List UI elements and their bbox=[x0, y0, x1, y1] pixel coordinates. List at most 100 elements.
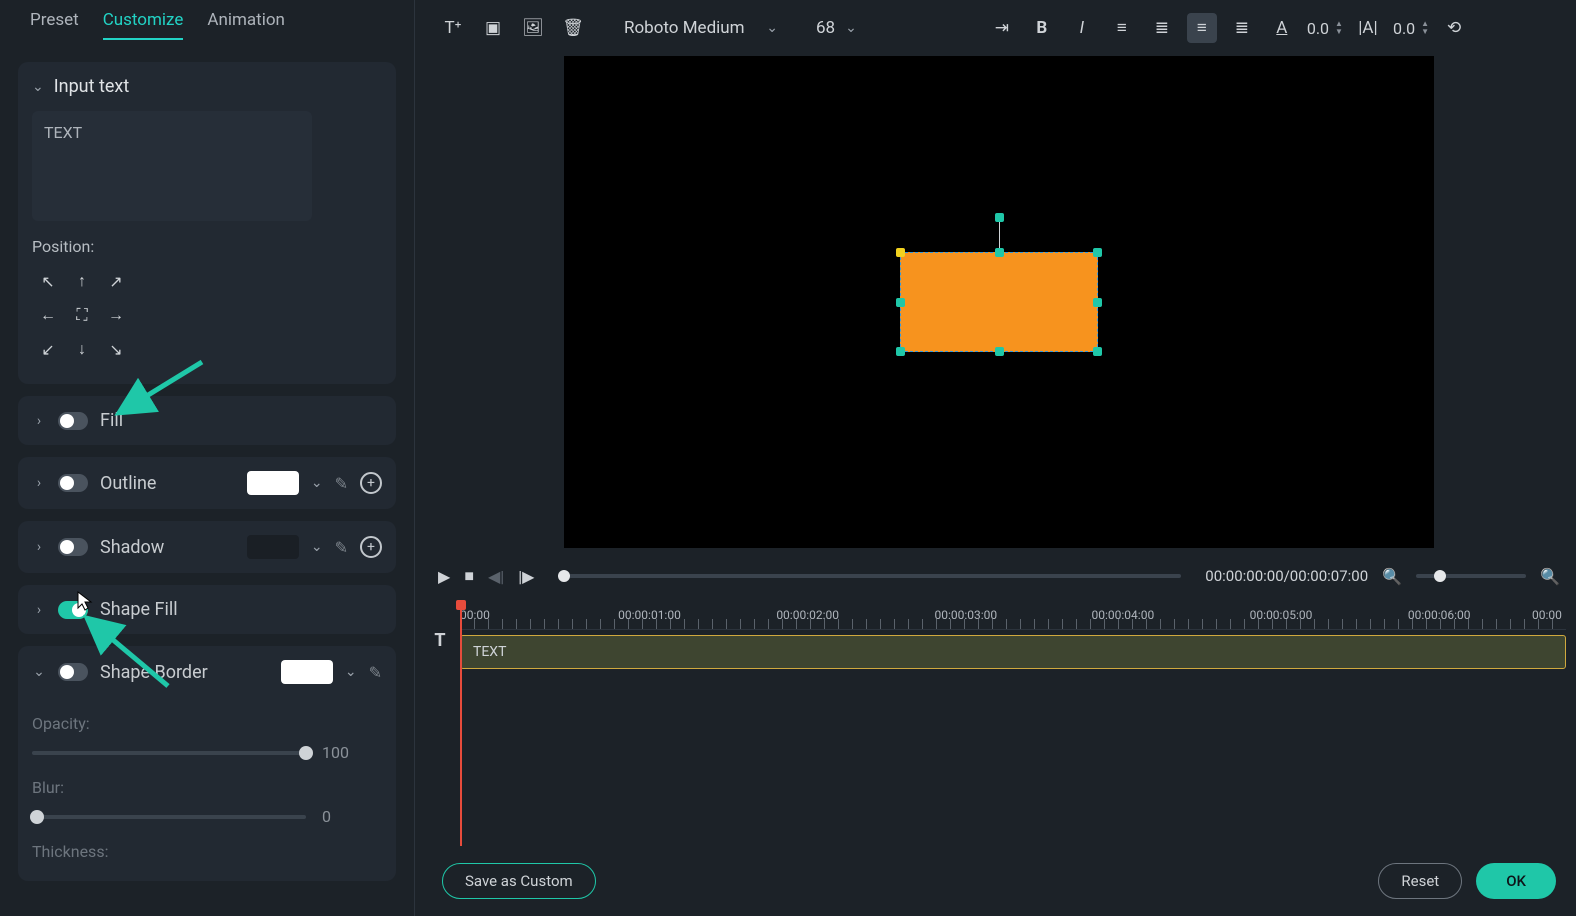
eyedropper-icon[interactable]: ✎ bbox=[369, 663, 382, 682]
align-right-icon[interactable]: ≡ bbox=[1187, 13, 1217, 43]
zoom-slider[interactable] bbox=[1416, 574, 1526, 578]
blur-slider[interactable] bbox=[32, 815, 306, 819]
pos-top[interactable]: ↑ bbox=[66, 266, 98, 296]
opacity-value[interactable]: 100 bbox=[322, 743, 382, 762]
handle-bottom-left[interactable] bbox=[896, 347, 905, 356]
shape-border-color-chip[interactable] bbox=[281, 660, 333, 684]
tab-customize[interactable]: Customize bbox=[103, 10, 184, 40]
ruler-mark: 00:00:05:00 bbox=[1250, 608, 1313, 622]
section-shape-border: ⌄ Shape Border ⌄ ✎ Opacity: 100 Blur: 0 bbox=[18, 646, 396, 881]
selected-shape[interactable] bbox=[900, 252, 1098, 352]
ruler-mark: 00:00:02:00 bbox=[776, 608, 839, 622]
fill-toggle[interactable] bbox=[58, 412, 88, 430]
fill-label: Fill bbox=[100, 410, 123, 431]
align-justify-icon[interactable]: ≣ bbox=[1227, 13, 1257, 43]
section-header-input-text[interactable]: ⌄ Input text bbox=[18, 62, 396, 111]
handle-top[interactable] bbox=[995, 248, 1004, 257]
tab-preset[interactable]: Preset bbox=[30, 10, 79, 40]
chevron-right-icon: › bbox=[32, 413, 46, 429]
tab-animation[interactable]: Animation bbox=[207, 10, 285, 40]
position-grid: ↖ ↑ ↗ ← ⛶ → ↙ ↓ ↘ bbox=[32, 266, 382, 366]
pos-top-right[interactable]: ↗ bbox=[100, 266, 132, 296]
eyedropper-icon[interactable]: ✎ bbox=[335, 474, 348, 493]
prev-frame-icon[interactable]: ◀| bbox=[488, 567, 504, 586]
pos-left[interactable]: ← bbox=[32, 300, 64, 330]
italic-icon[interactable]: I bbox=[1067, 13, 1097, 43]
line-height-field[interactable]: 0.0 ▲▼ bbox=[1307, 19, 1343, 38]
shadow-label: Shadow bbox=[100, 537, 164, 558]
opacity-slider[interactable] bbox=[32, 751, 306, 755]
preview-canvas[interactable] bbox=[564, 56, 1434, 548]
ruler-mark: 00:00 bbox=[460, 608, 490, 622]
ruler[interactable]: 00:0000:00:01:0000:00:02:0000:00:03:0000… bbox=[460, 600, 1566, 630]
chevron-down-icon: ⌄ bbox=[32, 664, 46, 680]
section-shape-fill[interactable]: › Shape Fill bbox=[18, 585, 396, 634]
crop-icon[interactable]: ▣ bbox=[478, 13, 508, 43]
outline-color-chip[interactable] bbox=[247, 471, 299, 495]
stop-icon[interactable]: ■ bbox=[464, 566, 474, 586]
outline-toggle[interactable] bbox=[58, 474, 88, 492]
refresh-icon[interactable]: ⟲ bbox=[1439, 13, 1469, 43]
pos-bottom[interactable]: ↓ bbox=[66, 334, 98, 364]
shape-border-toggle[interactable] bbox=[58, 663, 88, 681]
zoom-in-icon[interactable]: 🔍 bbox=[1540, 567, 1560, 586]
caret-down-icon[interactable]: ⌄ bbox=[311, 475, 323, 491]
zoom-out-icon[interactable]: 🔍 bbox=[1382, 567, 1402, 586]
handle-top-right[interactable] bbox=[1093, 248, 1102, 257]
shadow-toggle[interactable] bbox=[58, 538, 88, 556]
image-icon[interactable]: 🖼 bbox=[518, 13, 548, 43]
font-size-select[interactable]: 68 ⌄ bbox=[816, 18, 857, 38]
shape-border-header[interactable]: ⌄ Shape Border ⌄ ✎ bbox=[18, 646, 396, 698]
handle-bottom[interactable] bbox=[995, 347, 1004, 356]
handle-right[interactable] bbox=[1093, 298, 1102, 307]
section-outline[interactable]: › Outline ⌄ ✎ + bbox=[18, 457, 396, 509]
font-select[interactable]: Roboto Medium ⌄ bbox=[624, 18, 784, 38]
blur-value[interactable]: 0 bbox=[322, 807, 382, 826]
ruler-mark: 00:00 bbox=[1532, 608, 1562, 622]
text-color-icon[interactable]: A bbox=[1267, 13, 1297, 43]
bold-icon[interactable]: B bbox=[1027, 13, 1057, 43]
time-display: 00:00:00:00/00:00:07:00 bbox=[1205, 567, 1368, 585]
pos-bottom-right[interactable]: ↘ bbox=[100, 334, 132, 364]
caret-down-icon[interactable]: ⌄ bbox=[311, 539, 323, 555]
thickness-label: Thickness: bbox=[32, 842, 382, 861]
handle-left[interactable] bbox=[896, 298, 905, 307]
cursor-pointer-icon bbox=[76, 590, 94, 617]
anchor-handle[interactable] bbox=[896, 248, 905, 257]
ruler-mark: 00:00:03:00 bbox=[934, 608, 997, 622]
caret-down-icon[interactable]: ⌄ bbox=[345, 664, 357, 680]
add-text-icon[interactable]: T⁺ bbox=[438, 13, 468, 43]
progress-bar[interactable] bbox=[558, 574, 1181, 578]
ok-button[interactable]: OK bbox=[1476, 863, 1556, 899]
text-clip[interactable]: TEXT bbox=[460, 635, 1566, 669]
pos-right[interactable]: → bbox=[100, 300, 132, 330]
add-outline-icon[interactable]: + bbox=[360, 472, 382, 494]
pos-bottom-left[interactable]: ↙ bbox=[32, 334, 64, 364]
align-left-icon[interactable]: ≡ bbox=[1107, 13, 1137, 43]
align-center-icon[interactable]: ≣ bbox=[1147, 13, 1177, 43]
panel-scroll[interactable]: ⌄ Input text TEXT Position: ↖ ↑ ↗ ← ⛶ → … bbox=[0, 48, 414, 916]
playhead[interactable] bbox=[460, 600, 462, 846]
trash-icon[interactable]: 🗑 bbox=[558, 13, 588, 43]
char-spacing-icon[interactable]: |A| bbox=[1353, 13, 1383, 43]
pos-top-left[interactable]: ↖ bbox=[32, 266, 64, 296]
next-frame-icon[interactable]: |▶ bbox=[518, 567, 534, 586]
section-fill[interactable]: › Fill bbox=[18, 396, 396, 445]
track-type-text-icon: T bbox=[428, 630, 452, 651]
section-shadow[interactable]: › Shadow ⌄ ✎ + bbox=[18, 521, 396, 573]
rotation-handle[interactable] bbox=[995, 213, 1004, 222]
add-shadow-icon[interactable]: + bbox=[360, 536, 382, 558]
reset-button[interactable]: Reset bbox=[1378, 863, 1462, 899]
canvas-wrap bbox=[422, 56, 1576, 554]
eyedropper-icon[interactable]: ✎ bbox=[335, 538, 348, 557]
char-spacing-value: 0.0 bbox=[1393, 19, 1415, 38]
handle-bottom-right[interactable] bbox=[1093, 347, 1102, 356]
indent-icon[interactable]: ⇥ bbox=[987, 13, 1017, 43]
shadow-color-chip[interactable] bbox=[247, 535, 299, 559]
text-input-area[interactable]: TEXT bbox=[32, 111, 312, 221]
play-icon[interactable]: ▶ bbox=[438, 567, 450, 586]
save-as-custom-button[interactable]: Save as Custom bbox=[442, 863, 596, 899]
char-spacing-field[interactable]: 0.0 ▲▼ bbox=[1393, 19, 1429, 38]
track-row: TEXT bbox=[460, 634, 1566, 670]
pos-center[interactable]: ⛶ bbox=[66, 300, 98, 330]
